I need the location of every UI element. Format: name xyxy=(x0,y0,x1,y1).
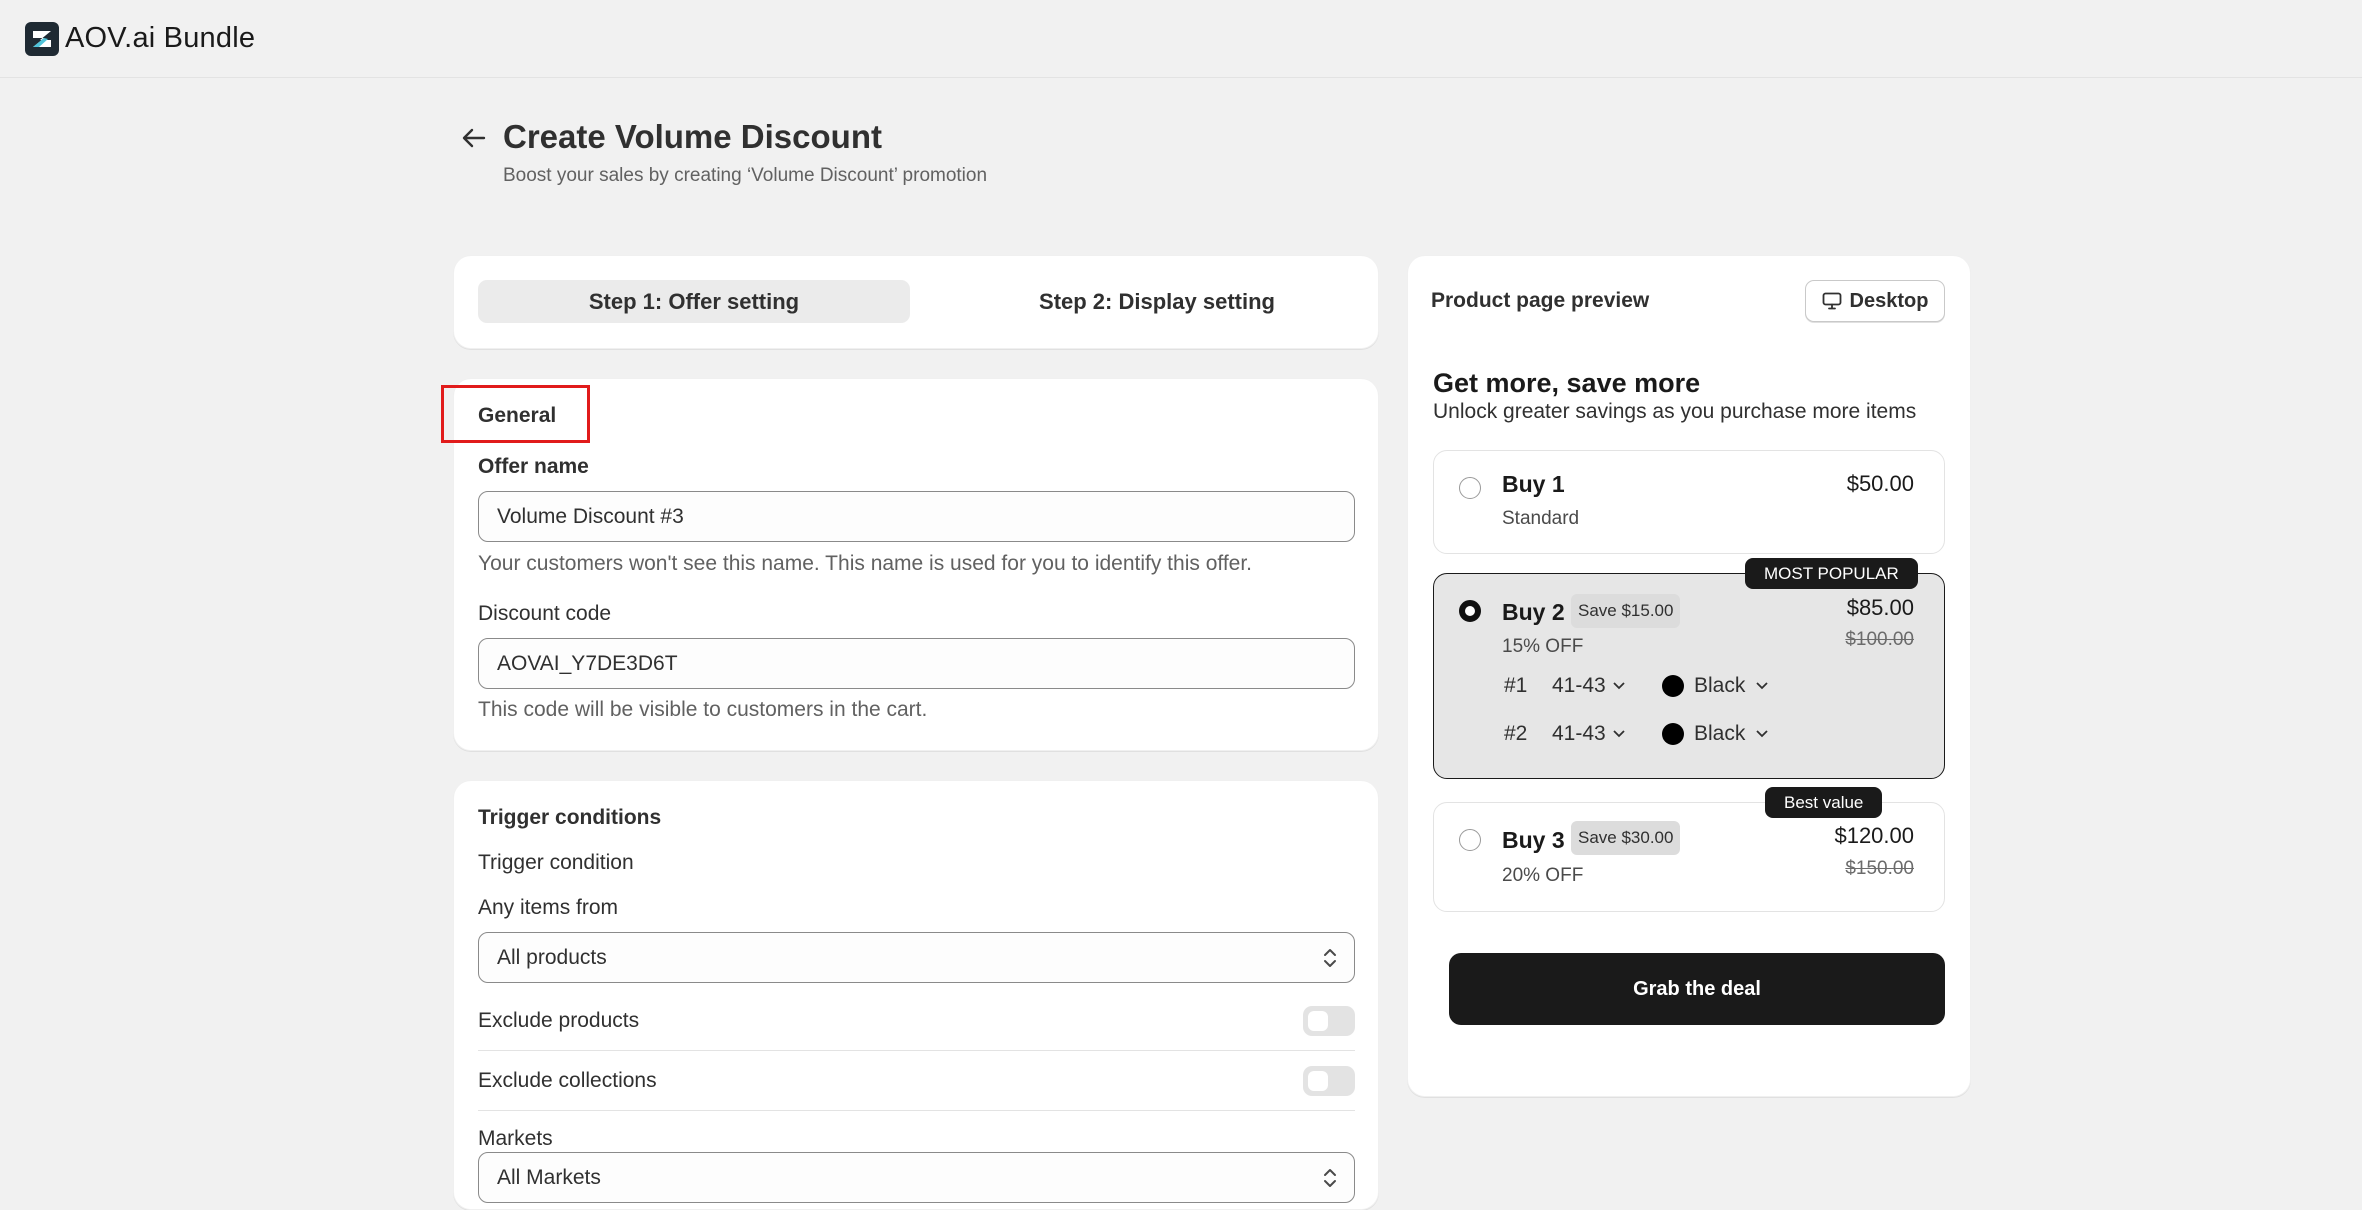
preview-title: Product page preview xyxy=(1431,289,1650,312)
tier-price: $85.00 xyxy=(1846,595,1914,620)
grab-the-deal-button[interactable]: Grab the deal xyxy=(1449,953,1945,1025)
chevron-down-icon xyxy=(1756,730,1768,738)
tier-subtext: Standard xyxy=(1502,508,1580,529)
markets-value: All Markets xyxy=(497,1165,601,1189)
toggle-knob xyxy=(1308,1010,1328,1031)
widget-subheading: Unlock greater savings as you purchase m… xyxy=(1433,400,1917,423)
chevron-down-icon xyxy=(1756,682,1768,690)
exclude-products-toggle[interactable] xyxy=(1303,1005,1355,1036)
tier-old-price: $100.00 xyxy=(1845,629,1914,650)
tier-buy-2[interactable]: MOST POPULAR Buy 2 Save $15.00 15% OFF $… xyxy=(1433,558,1945,779)
offer-name-label: Offer name xyxy=(478,455,589,478)
exclude-collections-row: Exclude collections xyxy=(478,1051,1355,1110)
trigger-condition-label: Trigger condition xyxy=(478,851,634,874)
save-badge: Save $15.00 xyxy=(1571,594,1681,628)
tier-name: Buy 2 xyxy=(1502,599,1565,625)
discount-code-input[interactable] xyxy=(478,638,1355,689)
tier-name: Buy 3 xyxy=(1502,827,1565,853)
markets-select[interactable]: All Markets xyxy=(478,1152,1355,1203)
tier-radio[interactable] xyxy=(1459,477,1481,499)
top-bar: AOV.ai Bundle xyxy=(0,0,2362,78)
variant-index: #2 xyxy=(1504,722,1528,745)
color-swatch xyxy=(1662,675,1684,697)
color-select[interactable]: Black xyxy=(1662,674,1769,698)
exclude-products-label: Exclude products xyxy=(478,1008,640,1032)
most-popular-tag: MOST POPULAR xyxy=(1745,558,1918,589)
tier-buy-3[interactable]: Best value Buy 3 Save $30.00 20% OFF $12… xyxy=(1433,787,1945,912)
chevron-down-icon xyxy=(1613,730,1625,738)
tab-display-setting[interactable]: Step 2: Display setting xyxy=(941,280,1373,323)
select-chevrons-icon xyxy=(1324,1169,1336,1187)
tier-price: $50.00 xyxy=(1846,471,1914,496)
variant-row: #1 41-43 Black xyxy=(1504,674,1769,698)
exclude-collections-toggle[interactable] xyxy=(1303,1065,1355,1096)
select-chevrons-icon xyxy=(1324,949,1336,967)
divider xyxy=(478,1110,1355,1111)
page-subtitle: Boost your sales by creating ‘Volume Dis… xyxy=(503,165,988,186)
trigger-conditions-card: Trigger conditions Trigger condition Any… xyxy=(453,780,1379,1210)
product-page-preview-card: Product page preview Desktop Get more, s… xyxy=(1407,255,1971,1097)
offer-name-help: Your customers won't see this name. This… xyxy=(478,552,1253,575)
general-card: General Offer name Your customers won't … xyxy=(441,378,1379,751)
size-select[interactable]: 41-43 xyxy=(1552,722,1662,746)
app-logo-icon xyxy=(25,21,59,56)
exclude-products-row: Exclude products xyxy=(478,991,1355,1050)
size-value: 41-43 xyxy=(1552,722,1606,745)
size-value: 41-43 xyxy=(1552,674,1606,697)
tier-name: Buy 1 xyxy=(1502,471,1565,497)
variant-index: #1 xyxy=(1504,674,1528,697)
arrow-left-icon xyxy=(462,128,486,148)
desktop-label: Desktop xyxy=(1849,289,1929,312)
back-button[interactable] xyxy=(458,120,490,156)
color-swatch xyxy=(1662,723,1684,745)
size-select[interactable]: 41-43 xyxy=(1552,674,1662,698)
color-value: Black xyxy=(1694,722,1746,745)
widget-heading: Get more, save more xyxy=(1433,368,1701,398)
markets-label: Markets xyxy=(478,1127,553,1150)
chevron-down-icon xyxy=(1613,682,1625,690)
tier-old-price: $150.00 xyxy=(1845,858,1914,879)
app-name: AOV.ai Bundle xyxy=(65,22,256,54)
variant-row: #2 41-43 Black xyxy=(1504,722,1769,746)
best-value-tag: Best value xyxy=(1765,787,1883,818)
tier-subtext: 15% OFF xyxy=(1502,636,1584,657)
general-section-title: General xyxy=(478,404,557,427)
page-title: Create Volume Discount xyxy=(503,118,882,155)
color-select[interactable]: Black xyxy=(1662,722,1769,746)
items-from-label: Any items from xyxy=(478,896,619,919)
items-from-select[interactable]: All products xyxy=(478,932,1355,983)
trigger-section-title: Trigger conditions xyxy=(478,806,662,829)
desktop-view-button[interactable]: Desktop xyxy=(1805,280,1945,322)
discount-code-label: Discount code xyxy=(478,602,612,625)
color-value: Black xyxy=(1694,674,1746,697)
items-from-value: All products xyxy=(497,945,607,969)
tier-subtext: 20% OFF xyxy=(1502,865,1584,886)
steps-card: Step 1: Offer setting Step 2: Display se… xyxy=(453,255,1379,349)
monitor-icon xyxy=(1822,292,1841,310)
save-badge: Save $30.00 xyxy=(1571,821,1681,855)
tab-offer-setting[interactable]: Step 1: Offer setting xyxy=(478,280,910,323)
tier-buy-1[interactable]: Buy 1 Standard $50.00 xyxy=(1433,450,1945,554)
tier-price: $120.00 xyxy=(1834,823,1914,848)
tier-radio[interactable] xyxy=(1459,600,1481,622)
discount-code-help: This code will be visible to customers i… xyxy=(478,698,928,721)
tier-radio[interactable] xyxy=(1459,829,1481,851)
offer-name-input[interactable] xyxy=(478,491,1355,542)
exclude-collections-label: Exclude collections xyxy=(478,1068,657,1092)
toggle-knob xyxy=(1308,1070,1328,1091)
